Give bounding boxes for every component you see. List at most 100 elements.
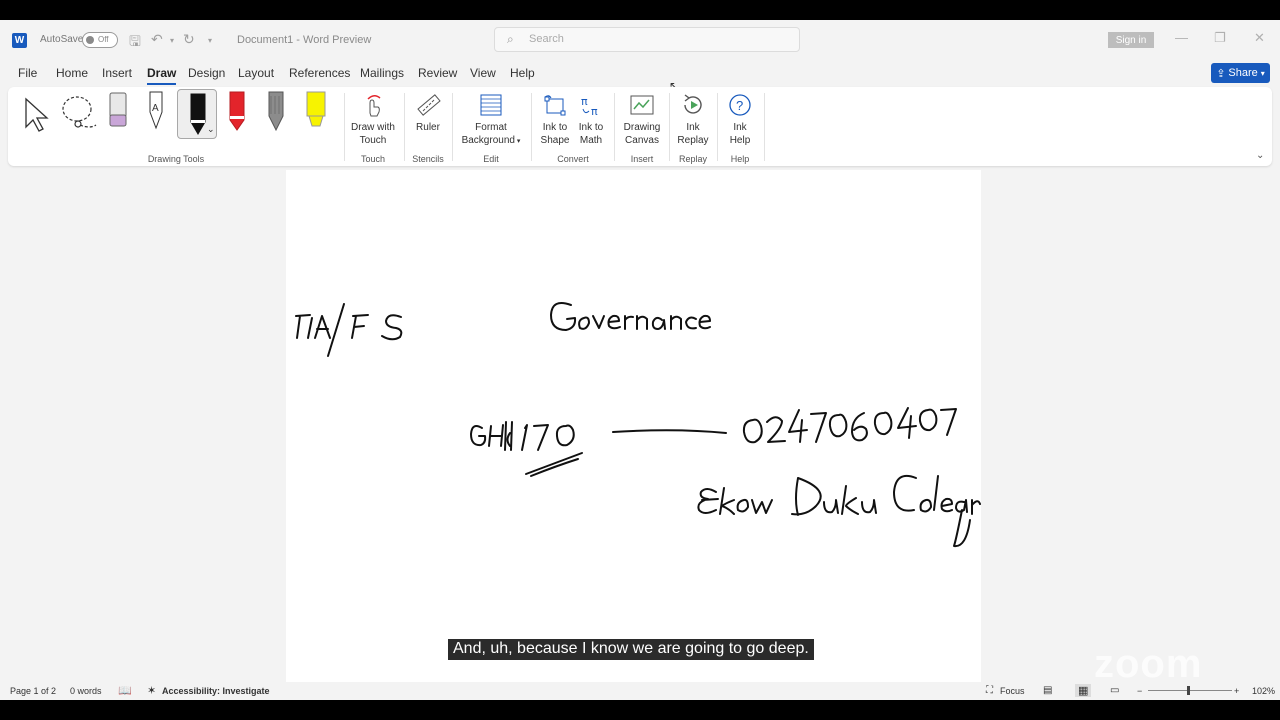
pen-options-chevron-icon[interactable]: ⌄ — [207, 124, 215, 135]
format-background-icon — [480, 94, 502, 116]
ink-stroke-dash — [612, 429, 727, 434]
tab-insert[interactable]: Insert — [102, 66, 132, 80]
ink-stroke-fia-fs — [295, 303, 403, 357]
group-label-edit: Edit — [483, 154, 499, 164]
ink-stroke-governance — [550, 302, 711, 331]
focus-icon[interactable]: ⛶ — [986, 685, 993, 696]
page-count[interactable]: Page 1 of 2 — [10, 686, 56, 696]
tab-review[interactable]: Review — [418, 66, 457, 80]
format-background-button[interactable]: Format Background ▾ — [456, 93, 526, 148]
highlighter-yellow-icon[interactable] — [304, 90, 328, 134]
word-window: W AutoSave Off 🖫 ↶ ▾ ↻ ▾ Document1 - Wor… — [0, 20, 1280, 700]
share-icon: ⇪ — [1216, 67, 1226, 80]
drawing-canvas-button[interactable]: Drawing Canvas — [618, 93, 666, 147]
share-dropdown-icon: ▾ — [1260, 68, 1265, 78]
undo-dropdown-icon[interactable]: ▾ — [170, 36, 174, 45]
ink-canvas — [295, 302, 981, 548]
group-divider — [614, 93, 615, 161]
ruler-icon — [417, 94, 441, 116]
zoom-in-icon[interactable]: + — [1234, 686, 1239, 696]
group-label-help: Help — [730, 154, 750, 164]
ink-to-shape-icon — [544, 95, 566, 116]
word-count[interactable]: 0 words — [70, 686, 102, 696]
group-divider — [531, 93, 532, 161]
zoom-level[interactable]: 102% — [1252, 686, 1275, 696]
drawing-canvas-label-1: Drawing — [623, 122, 661, 133]
status-bar: Page 1 of 2 0 words 📖 ✶ Accessibility: I… — [0, 682, 1280, 700]
print-layout-icon[interactable]: ▦ — [1075, 684, 1092, 697]
tab-draw[interactable]: Draw — [147, 66, 177, 85]
ink-stroke-gh-cedi-170 — [470, 421, 583, 477]
ink-to-shape-label-1: Ink to — [542, 122, 568, 133]
svg-text:?: ? — [736, 98, 743, 113]
eraser-icon[interactable] — [106, 91, 130, 131]
drawing-canvas-label-2: Canvas — [625, 135, 659, 146]
draw-with-touch-label-2: Touch — [359, 135, 387, 146]
draw-with-touch-label-1: Draw with — [351, 122, 395, 133]
read-mode-icon[interactable]: ▤ — [1043, 685, 1052, 696]
drawing-canvas-icon — [630, 95, 654, 115]
tab-layout[interactable]: Layout — [238, 66, 274, 80]
group-label-replay: Replay — [678, 154, 707, 164]
ink-help-label-2: Help — [729, 135, 751, 146]
pen-black-fine-icon[interactable]: A — [144, 90, 168, 132]
ruler-button[interactable]: Ruler — [410, 93, 446, 134]
accessibility-status[interactable]: Accessibility: Investigate — [162, 686, 270, 696]
zoom-slider[interactable] — [1148, 690, 1232, 691]
tab-help[interactable]: Help — [510, 66, 535, 80]
group-label-insert: Insert — [630, 154, 654, 164]
web-layout-icon[interactable]: ▭ — [1110, 685, 1119, 696]
focus-label[interactable]: Focus — [1000, 686, 1025, 696]
pen-black-icon — [190, 93, 206, 135]
customize-toolbar-icon[interactable]: ▾ — [208, 36, 212, 45]
accessibility-icon[interactable]: ✶ — [147, 684, 156, 697]
touch-hand-icon — [367, 95, 381, 117]
autosave-toggle[interactable]: Off — [82, 32, 118, 48]
collapse-ribbon-chevron-icon[interactable]: ⌄ — [1256, 150, 1264, 161]
autosave-state: Off — [98, 35, 109, 44]
svg-text:A: A — [152, 103, 159, 114]
restore-icon[interactable]: ❐ — [1214, 30, 1226, 46]
ink-replay-label-1: Ink — [686, 122, 700, 133]
ink-to-math-button[interactable]: π π Ink to Math — [574, 93, 608, 147]
pen-black-selected[interactable]: ⌄ — [177, 89, 217, 139]
proofing-book-icon[interactable]: 📖 — [118, 684, 132, 697]
tab-design[interactable]: Design — [188, 66, 225, 80]
ink-to-math-icon: π π — [581, 95, 598, 117]
group-divider — [344, 93, 345, 161]
tab-home[interactable]: Home — [56, 66, 88, 80]
format-background-dropdown-icon: ▾ — [514, 138, 521, 145]
close-icon[interactable]: ✕ — [1254, 30, 1265, 46]
zoom-out-icon[interactable]: − — [1137, 686, 1142, 696]
undo-icon[interactable]: ↶ — [151, 31, 163, 48]
save-icon[interactable]: 🖫 — [129, 31, 141, 55]
ink-replay-button[interactable]: Ink Replay — [672, 93, 714, 147]
search-icon: ⌕ — [507, 32, 514, 46]
select-pointer-icon[interactable] — [22, 95, 52, 133]
lasso-select-icon[interactable] — [58, 93, 100, 133]
ink-to-shape-label-2: Shape — [540, 135, 570, 146]
document-page[interactable] — [286, 170, 981, 682]
tab-file[interactable]: File — [18, 66, 37, 80]
pencil-gray-icon[interactable] — [265, 90, 287, 134]
sign-in-button[interactable]: Sign in — [1108, 32, 1154, 48]
ink-to-shape-button[interactable]: Ink to Shape — [538, 93, 572, 147]
draw-with-touch-button[interactable]: Draw with Touch — [346, 93, 400, 147]
minimize-icon[interactable]: — — [1175, 30, 1188, 45]
help-icon: ? — [729, 94, 751, 116]
ink-replay-label-2: Replay — [677, 135, 709, 146]
share-button[interactable]: ⇪ Share ▾ — [1211, 63, 1270, 83]
ruler-label: Ruler — [416, 122, 440, 133]
group-divider — [669, 93, 670, 161]
ink-stroke-phone-number — [742, 407, 957, 444]
zoom-slider-thumb[interactable] — [1187, 686, 1190, 695]
search-box[interactable]: ⌕ Search — [494, 27, 800, 52]
format-background-label-2: Background — [461, 135, 515, 146]
tab-view[interactable]: View — [470, 66, 496, 80]
pen-red-icon[interactable] — [226, 90, 248, 134]
redo-icon[interactable]: ↻ — [183, 31, 195, 48]
tab-references[interactable]: References — [289, 66, 350, 80]
live-caption: And, uh, because I know we are going to … — [448, 639, 814, 660]
ink-help-button[interactable]: ? Ink Help — [722, 93, 758, 147]
tab-mailings[interactable]: Mailings — [360, 66, 404, 80]
